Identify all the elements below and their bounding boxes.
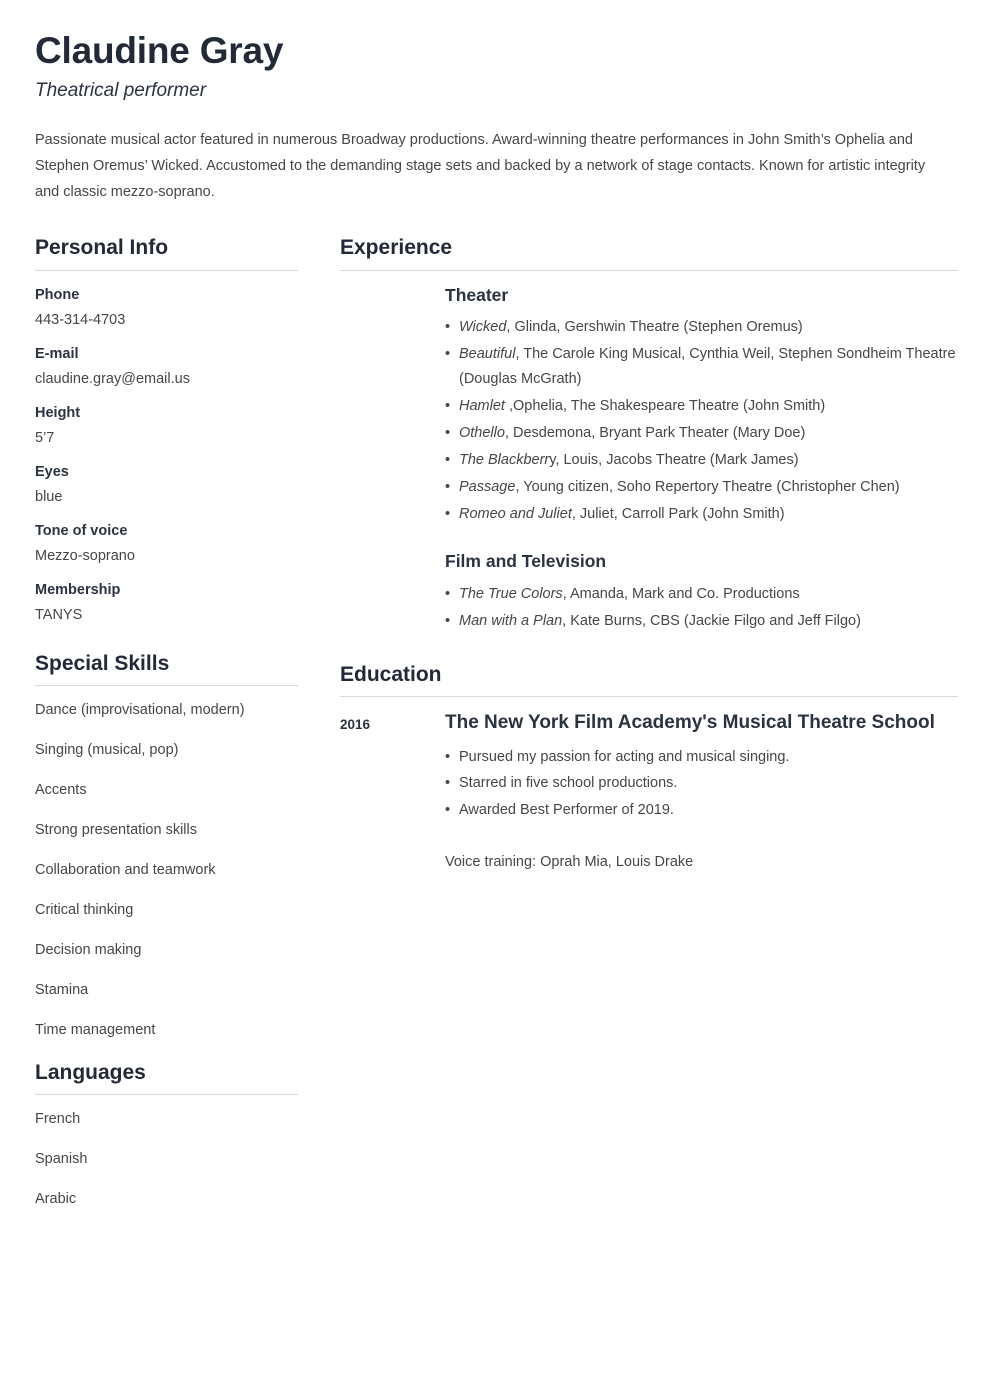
list-item: Collaboration and teamwork [35, 861, 216, 878]
credit-detail: y, Louis, Jacobs Theatre (Mark James) [549, 452, 799, 469]
left-column: Personal Info Phone 443-314-4703 E-mail … [35, 235, 335, 1229]
list-item: Arabic [35, 1191, 77, 1208]
info-item-height: Height 5’7 [35, 403, 313, 449]
list-item: Decision making [35, 941, 142, 958]
special-skills-title: Special Skills [35, 651, 170, 675]
info-label: Eyes [35, 463, 69, 480]
resume-body: Personal Info Phone 443-314-4703 E-mail … [35, 235, 958, 1229]
education-title: Education [340, 662, 442, 686]
experience-section: Experience Theater Wicked, Glinda, Gersh… [340, 235, 958, 634]
candidate-name: Claudine Gray [35, 30, 284, 71]
languages-section: Languages French Spanish Arabic [35, 1060, 313, 1210]
list-item: Pursued my passion for acting and musica… [445, 745, 958, 770]
list-item: Stamina [35, 981, 89, 998]
list-item: The True Colors, Amanda, Mark and Co. Pr… [445, 582, 958, 607]
credit-title: Passage [459, 479, 516, 495]
info-value: claudine.gray@email.us [35, 370, 190, 387]
credit-title: Man with a Plan [459, 612, 563, 629]
special-skills-divider [35, 684, 298, 686]
list-item: Beautiful, The Carole King Musical, Cynt… [445, 342, 958, 392]
list-item: The Blackberry, Louis, Jacobs Theatre (M… [445, 448, 958, 473]
credit-title: Beautiful [459, 346, 516, 363]
info-item-eyes: Eyes blue [35, 462, 313, 508]
professional-summary: Passionate musical actor featured in num… [35, 132, 926, 200]
info-value: Mezzo-soprano [35, 547, 135, 564]
list-item: Strong presentation skills [35, 821, 197, 838]
info-item-membership: Membership TANYS [35, 580, 313, 626]
experience-divider [340, 269, 958, 271]
list-item: Romeo and Juliet, Juliet, Carroll Park (… [445, 502, 958, 527]
list-item: Wicked, Glinda, Gershwin Theatre (Stephe… [445, 315, 958, 340]
credit-detail: , Juliet, Carroll Park (John Smith) [571, 505, 785, 522]
list-item: Critical thinking [35, 901, 134, 918]
info-item-tone-of-voice: Tone of voice Mezzo-soprano [35, 521, 313, 567]
experience-groups: Theater Wicked, Glinda, Gershwin Theatre… [340, 285, 958, 634]
info-label: Membership [35, 581, 121, 598]
list-item: Awarded Best Performer of 2019. [445, 798, 958, 823]
list-item: Passage, Young citizen, Soho Repertory T… [445, 475, 958, 500]
education-entry: 2016 The New York Film Academy's Musical… [340, 711, 958, 875]
personal-info-list: Phone 443-314-4703 E-mail claudine.gray@… [35, 285, 313, 626]
list-item: Hamlet ,Ophelia, The Shakespeare Theatre… [445, 394, 958, 419]
right-column: Experience Theater Wicked, Glinda, Gersh… [335, 235, 958, 878]
languages-divider [35, 1094, 298, 1096]
languages-list: French Spanish Arabic [35, 1109, 313, 1210]
education-year: 2016 [340, 716, 371, 732]
info-value: 443-314-4703 [35, 311, 126, 328]
special-skills-list: Dance (improvisational, modern) Singing … [35, 700, 313, 1041]
theater-credits-list: Wicked, Glinda, Gershwin Theatre (Stephe… [445, 315, 958, 527]
credit-detail: , Amanda, Mark and Co. Productions [562, 585, 800, 602]
list-item: Man with a Plan, Kate Burns, CBS (Jackie… [445, 609, 958, 634]
credit-detail: , Desdemona, Bryant Park Theater (Mary D… [504, 425, 806, 442]
credit-title: The True Colors [459, 585, 563, 602]
education-note: Voice training: Oprah Mia, Louis Drake [445, 854, 694, 871]
experience-subtitle-theater: Theater [445, 284, 509, 305]
education-divider [340, 695, 958, 697]
info-item-phone: Phone 443-314-4703 [35, 285, 313, 331]
credit-detail: , Kate Burns, CBS (Jackie Filgo and Jeff… [562, 612, 861, 629]
credit-detail: , Glinda, Gershwin Theatre (Stephen Orem… [506, 319, 803, 336]
info-value: blue [35, 488, 63, 505]
info-label: E-mail [35, 345, 79, 362]
resume-header: Claudine Gray Theatrical performer Passi… [35, 30, 955, 205]
list-item: Dance (improvisational, modern) [35, 701, 245, 718]
credit-detail: , The Carole King Musical, Cynthia Weil,… [459, 346, 956, 388]
list-item: Time management [35, 1022, 156, 1038]
list-item: Spanish [35, 1151, 88, 1168]
info-label: Tone of voice [35, 522, 128, 539]
resume-page: Claudine Gray Theatrical performer Passi… [0, 0, 990, 1400]
education-section: Education 2016 The New York Film Academy… [340, 662, 958, 875]
list-item: Accents [35, 781, 87, 798]
credit-title: Wicked [459, 319, 507, 336]
info-label: Phone [35, 286, 80, 303]
experience-title: Experience [340, 236, 453, 260]
list-item: Othello, Desdemona, Bryant Park Theater … [445, 421, 958, 446]
film-tv-credits-list: The True Colors, Amanda, Mark and Co. Pr… [445, 582, 958, 634]
credit-title: The Blackberr [459, 452, 550, 469]
list-item: French [35, 1111, 81, 1128]
credit-detail: ,Ophelia, The Shakespeare Theatre (John … [504, 398, 826, 415]
info-value: 5’7 [35, 429, 55, 446]
education-school-name: The New York Film Academy's Musical Thea… [445, 711, 935, 733]
languages-title: Languages [35, 1061, 146, 1085]
personal-info-section: Personal Info Phone 443-314-4703 E-mail … [35, 235, 313, 625]
personal-info-title: Personal Info [35, 236, 169, 260]
education-bullets-list: Pursued my passion for acting and musica… [445, 745, 958, 824]
info-value: TANYS [35, 606, 83, 623]
credit-title: Romeo and Juliet [459, 505, 572, 522]
credit-title: Othello [459, 425, 505, 442]
info-item-email: E-mail claudine.gray@email.us [35, 344, 313, 390]
credit-title: Hamlet [459, 398, 505, 415]
experience-subtitle-film-tv: Film and Television [445, 550, 607, 571]
info-label: Height [35, 404, 81, 421]
credit-detail: , Young citizen, Soho Repertory Theatre … [515, 479, 900, 495]
candidate-job-title: Theatrical performer [35, 79, 207, 101]
education-details: The New York Film Academy's Musical Thea… [445, 711, 958, 875]
special-skills-section: Special Skills Dance (improvisational, m… [35, 651, 313, 1041]
list-item: Starred in five school productions. [445, 771, 958, 796]
personal-info-divider [35, 269, 298, 271]
list-item: Singing (musical, pop) [35, 741, 179, 758]
